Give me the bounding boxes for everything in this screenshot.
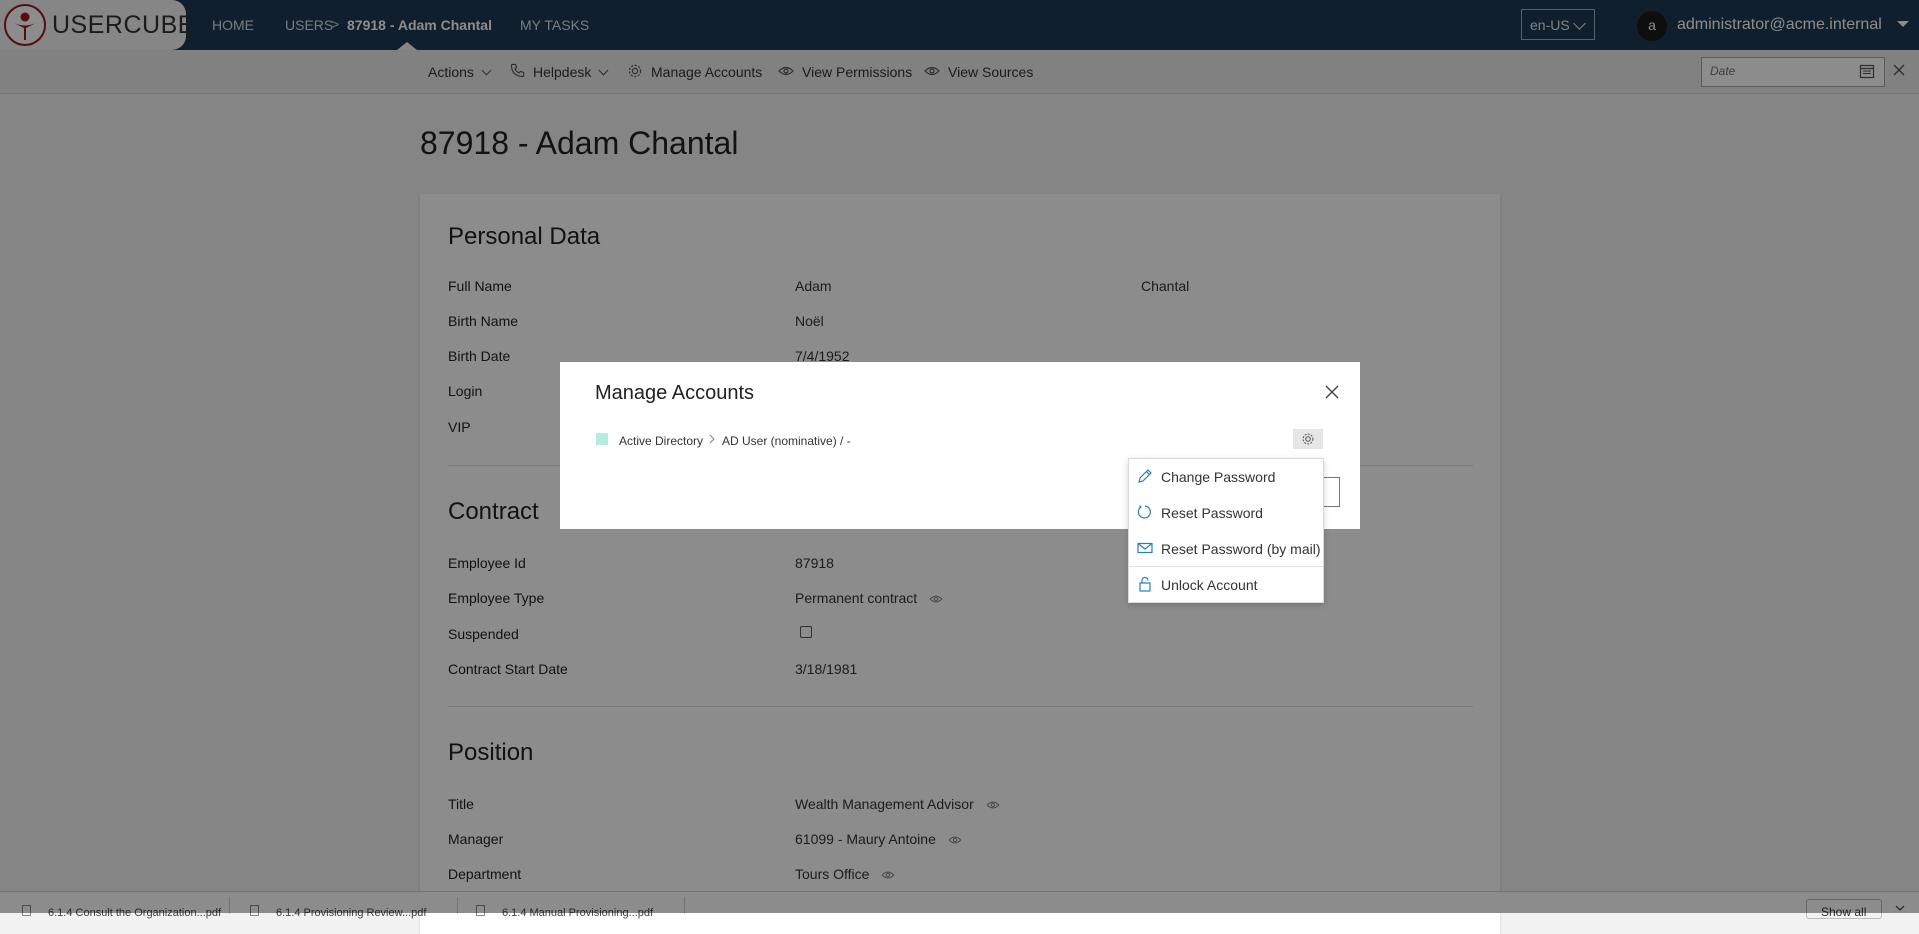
menu-caret [1296, 450, 1312, 458]
gear-icon [1302, 433, 1314, 445]
menu-item-label: Change Password [1161, 469, 1276, 485]
menu-item-label: Unlock Account [1161, 577, 1258, 593]
pencil-icon [1138, 469, 1152, 483]
account-actions-menu: Change Password Reset Password Reset Pas… [1128, 458, 1324, 603]
menu-item-label: Reset Password [1161, 505, 1263, 521]
refresh-icon [1137, 505, 1151, 519]
menu-item-unlock-account[interactable]: Unlock Account [1129, 567, 1323, 601]
mail-icon [1137, 542, 1153, 554]
menu-item-change-password[interactable]: Change Password [1129, 459, 1323, 493]
crumb-active-directory[interactable]: Active Directory [619, 434, 703, 448]
account-actions-button[interactable] [1293, 429, 1323, 449]
modal-title: Manage Accounts [595, 382, 754, 404]
lock-icon [1139, 576, 1151, 592]
crumb-ad-user[interactable]: AD User (nominative) / - [722, 434, 851, 448]
chevron-right-icon [709, 434, 715, 444]
menu-item-reset-password[interactable]: Reset Password [1129, 495, 1323, 529]
menu-item-reset-password-by-mail[interactable]: Reset Password (by mail) [1129, 531, 1323, 565]
menu-item-label: Reset Password (by mail) [1161, 541, 1321, 557]
active-directory-color-icon [596, 433, 608, 445]
close-icon[interactable] [1322, 382, 1342, 402]
